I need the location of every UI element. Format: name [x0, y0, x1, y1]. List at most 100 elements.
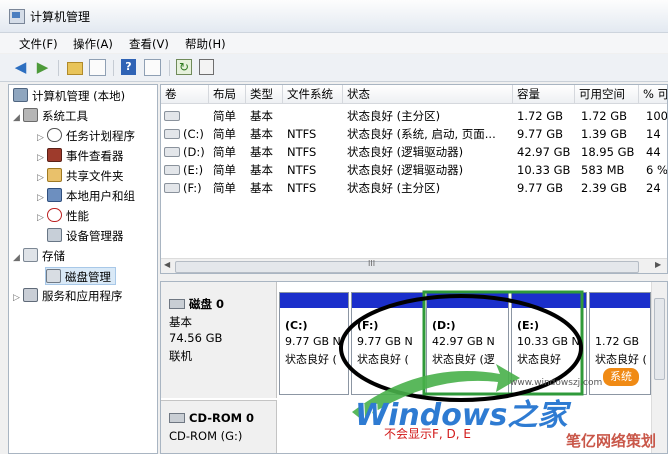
partition-label: (E:) [517, 319, 539, 332]
cell-percent-free: 14 [646, 127, 661, 141]
menu-file[interactable]: 文件(F) [19, 36, 58, 52]
column-header-type[interactable]: 类型 [246, 85, 283, 104]
cell-percent-free: 100 [646, 109, 668, 123]
scroll-right-icon[interactable]: ▶ [655, 260, 661, 269]
tree-item-label: 共享文件夹 [66, 169, 124, 183]
cell-volume: (C:) [183, 127, 204, 141]
menu-view[interactable]: 查看(V) [129, 36, 169, 52]
tree-item-label: 本地用户和组 [66, 189, 135, 203]
tree-item-storage[interactable]: ◢ 存储 [13, 247, 65, 265]
users-icon [47, 188, 62, 202]
partition-bar [590, 293, 650, 308]
partition-size: 42.97 GB N [432, 335, 495, 348]
expanded-chevron-icon[interactable]: ◢ [13, 109, 23, 127]
action-pane-icon[interactable] [144, 59, 161, 76]
cell-status: 状态良好 (逻辑驱动器) [347, 145, 464, 159]
scrollbar-thumb[interactable] [654, 298, 665, 380]
column-header-filesystem[interactable]: 文件系统 [283, 85, 343, 104]
refresh-icon[interactable]: ↻ [176, 59, 192, 75]
column-header-volume[interactable]: 卷 [161, 85, 209, 104]
cell-layout: 简单 [213, 145, 236, 159]
tree-item-disk-management[interactable]: 磁盘管理 [45, 267, 116, 285]
tree-item-computer-management[interactable]: 计算机管理 (本地) [13, 87, 125, 105]
partition-label: (D:) [432, 319, 456, 332]
table-row[interactable]: (C:) 简单 基本 NTFS 状态良好 (系统, 启动, 页面... 9.77… [161, 125, 667, 143]
event-viewer-icon [47, 148, 62, 162]
toolbar-separator [169, 60, 170, 76]
cdrom-type: CD-ROM (G:) [169, 429, 243, 443]
cell-volume: (E:) [183, 163, 204, 177]
partition-label: (C:) [285, 319, 308, 332]
column-header-status[interactable]: 状态 [343, 85, 513, 104]
collapsed-chevron-icon[interactable]: ▷ [37, 169, 47, 187]
disk-0-info[interactable]: 磁盘 0 基本 74.56 GB 联机 [161, 282, 277, 398]
performance-icon [47, 208, 62, 222]
cdrom-0-info[interactable]: CD-ROM 0 CD-ROM (G:) [161, 400, 277, 453]
partition-d[interactable]: (D:) 42.97 GB N 状态良好 (逻 [426, 292, 509, 395]
properties-icon[interactable] [199, 59, 214, 75]
tree-item-services-applications[interactable]: ▷ 服务和应用程序 [13, 287, 123, 305]
cell-capacity: 42.97 GB [517, 145, 571, 159]
partition-bar [512, 293, 586, 308]
toolbar-separator [58, 60, 59, 76]
tree-item-shared-folders[interactable]: ▷ 共享文件夹 [37, 167, 124, 185]
volume-list: 卷 布局 类型 文件系统 状态 容量 可用空间 % 可 简单 基本 状态良好 (… [160, 84, 668, 274]
menu-action[interactable]: 操作(A) [73, 36, 113, 52]
collapsed-chevron-icon[interactable]: ▷ [37, 209, 47, 227]
scrollbar-grip: III [368, 259, 376, 268]
cell-status: 状态良好 (逻辑驱动器) [347, 163, 464, 177]
table-row[interactable]: (E:) 简单 基本 NTFS 状态良好 (逻辑驱动器) 10.33 GB 58… [161, 161, 667, 179]
annotation-note: 不会显示F, D, E [384, 427, 471, 441]
shared-folder-icon [47, 168, 62, 182]
show-hide-tree-icon[interactable] [89, 59, 106, 76]
tree-item-performance[interactable]: ▷ 性能 [37, 207, 89, 225]
column-header-layout[interactable]: 布局 [209, 85, 246, 104]
scrollbar-thumb[interactable] [175, 261, 639, 273]
up-folder-icon[interactable] [67, 62, 83, 75]
cell-free-space: 583 MB [581, 163, 625, 177]
column-header-percent-free[interactable]: % 可 [639, 85, 667, 104]
column-header-capacity[interactable]: 容量 [513, 85, 575, 104]
column-header-free-space[interactable]: 可用空间 [575, 85, 639, 104]
scroll-left-icon[interactable]: ◀ [164, 260, 170, 269]
horizontal-scrollbar[interactable]: ◀ III ▶ [161, 258, 667, 273]
collapsed-chevron-icon[interactable]: ▷ [37, 149, 47, 167]
volume-icon [164, 165, 180, 175]
collapsed-chevron-icon[interactable]: ▷ [37, 129, 47, 147]
volume-icon [164, 111, 180, 121]
menu-help[interactable]: 帮助(H) [185, 36, 226, 52]
cell-layout: 简单 [213, 163, 236, 177]
tree-item-task-scheduler[interactable]: ▷ 任务计划程序 [37, 127, 135, 145]
tree-item-label: 存储 [42, 249, 65, 263]
partition-bar [280, 293, 348, 308]
partition-size: 1.72 GB [595, 335, 640, 348]
cell-type: 基本 [250, 163, 273, 177]
cell-volume: (D:) [183, 145, 205, 159]
table-row[interactable]: 简单 基本 状态良好 (主分区) 1.72 GB 1.72 GB 100 [161, 107, 668, 125]
volume-icon [164, 183, 180, 193]
back-arrow-icon[interactable]: ◀ [12, 59, 29, 76]
forward-arrow-icon[interactable]: ▶ [34, 59, 51, 76]
partition-label: (F:) [357, 319, 379, 332]
partition-status: 状态良好 ( [357, 353, 409, 366]
partition-status: 状态良好 ( [595, 353, 647, 366]
partition-c[interactable]: (C:) 9.77 GB N 状态良好 ( [279, 292, 349, 395]
vertical-scrollbar[interactable] [651, 282, 667, 453]
table-row[interactable]: (F:) 简单 基本 NTFS 状态良好 (主分区) 9.77 GB 2.39 … [161, 179, 667, 197]
tree-item-system-tools[interactable]: ◢ 系统工具 [13, 107, 88, 125]
tree-item-event-viewer[interactable]: ▷ 事件查看器 [37, 147, 124, 165]
cell-percent-free: 44 [646, 145, 661, 159]
expanded-chevron-icon[interactable]: ◢ [13, 249, 23, 267]
table-row[interactable]: (D:) 简单 基本 NTFS 状态良好 (逻辑驱动器) 42.97 GB 18… [161, 143, 667, 161]
collapsed-chevron-icon[interactable]: ▷ [37, 189, 47, 207]
cell-capacity: 10.33 GB [517, 163, 571, 177]
help-icon[interactable]: ? [121, 59, 136, 75]
collapsed-chevron-icon[interactable]: ▷ [13, 289, 23, 307]
device-manager-icon [47, 228, 62, 242]
tree-item-label: 任务计划程序 [66, 129, 135, 143]
tree-item-device-manager[interactable]: 设备管理器 [47, 227, 124, 245]
partition-status: 状态良好 ( [285, 353, 337, 366]
partition-f[interactable]: (F:) 9.77 GB N 状态良好 ( [351, 292, 424, 395]
tree-item-local-users[interactable]: ▷ 本地用户和组 [37, 187, 135, 205]
cell-layout: 简单 [213, 109, 236, 123]
